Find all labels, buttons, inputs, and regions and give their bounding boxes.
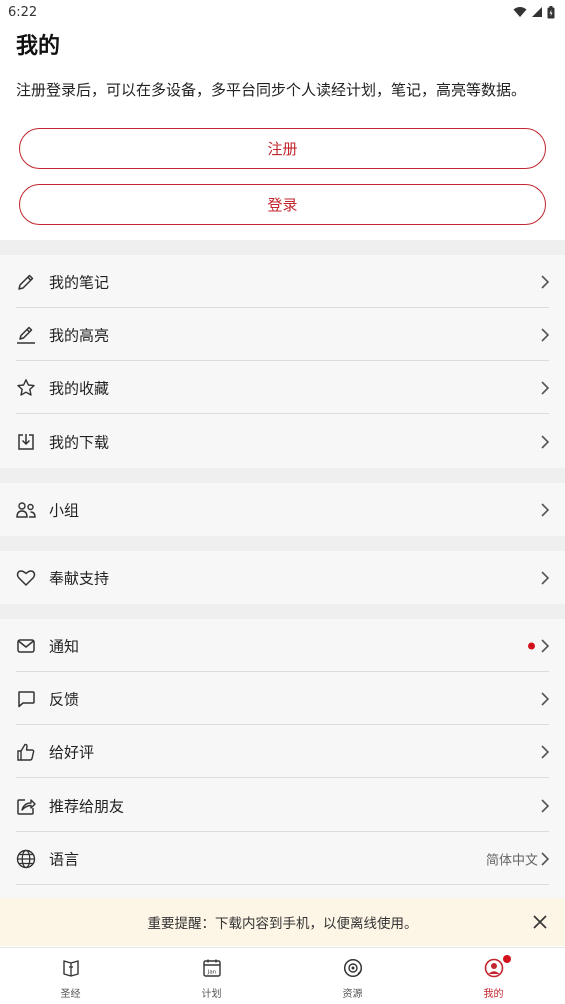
cellular-signal-icon	[532, 7, 542, 17]
me-tab-badge	[503, 955, 511, 963]
app-settings-section: 通知 反馈 给好评 推荐给朋友 语言 简体中文	[0, 619, 565, 898]
group-people-icon	[16, 501, 36, 518]
section-separator	[0, 536, 565, 551]
menu-label-notifications: 通知	[49, 637, 80, 655]
chevron-right-icon	[541, 570, 550, 585]
status-bar: 6:22	[0, 0, 565, 24]
chevron-right-icon	[541, 502, 550, 517]
close-icon[interactable]	[532, 914, 548, 930]
menu-label-favorites: 我的收藏	[49, 379, 110, 397]
chevron-right-icon	[541, 274, 550, 289]
menu-item-feedback[interactable]: 反馈	[0, 672, 565, 725]
chevron-right-icon	[541, 798, 550, 813]
section-separator	[0, 240, 565, 255]
tab-resources[interactable]: 资源	[282, 948, 423, 1004]
menu-item-recommend[interactable]: 推荐给朋友	[0, 779, 565, 832]
tab-label-me: 我的	[483, 989, 504, 1000]
unread-notification-dot	[528, 642, 535, 649]
thumbs-up-icon	[17, 743, 35, 761]
personal-content-section: 我的笔记 我的高亮 我的收藏 我的下载	[0, 255, 565, 468]
chevron-right-icon	[541, 691, 550, 706]
status-icons	[513, 5, 555, 19]
divider	[16, 884, 549, 885]
menu-label-donate: 奉献支持	[49, 569, 110, 587]
menu-item-rate[interactable]: 给好评	[0, 725, 565, 778]
language-current-value: 简体中文	[485, 853, 538, 868]
bottom-tab-bar: 圣经 Jan 计划 资源 我的	[0, 947, 565, 1004]
menu-label-notes: 我的笔记	[49, 273, 110, 291]
menu-label-downloads: 我的下载	[49, 433, 110, 451]
user-avatar-icon	[484, 958, 503, 978]
tab-plans[interactable]: Jan 计划	[141, 948, 282, 1004]
menu-item-highlights[interactable]: 我的高亮	[0, 308, 565, 361]
chevron-right-icon	[541, 744, 550, 759]
record-disc-icon	[343, 958, 362, 978]
calendar-icon: Jan	[202, 959, 221, 977]
chevron-right-icon	[541, 380, 550, 395]
chevron-right-icon	[541, 434, 550, 449]
donate-section: 奉献支持	[0, 551, 565, 604]
battery-icon	[547, 5, 555, 18]
wifi-icon	[513, 7, 527, 17]
groups-section: 小组	[0, 483, 565, 536]
tab-bible[interactable]: 圣经	[0, 948, 141, 1004]
highlighter-icon	[17, 326, 35, 344]
offline-reminder-banner: 重要提醒：下载内容到手机，以便离线使用。	[0, 898, 565, 946]
menu-item-notes[interactable]: 我的笔记	[0, 255, 565, 308]
menu-label-language: 语言	[49, 850, 80, 868]
tab-me[interactable]: 我的	[423, 948, 564, 1004]
login-button[interactable]: 登录	[19, 184, 546, 225]
menu-item-language[interactable]: 语言 简体中文	[0, 832, 565, 885]
globe-icon	[16, 849, 36, 868]
tab-label-bible: 圣经	[60, 989, 81, 1000]
heart-icon	[16, 569, 36, 586]
chevron-right-icon	[541, 851, 550, 866]
menu-item-notifications[interactable]: 通知	[0, 619, 565, 672]
pencil-icon	[18, 274, 34, 290]
menu-item-donate[interactable]: 奉献支持	[0, 551, 565, 604]
page-title: 我的	[16, 34, 61, 59]
menu-label-feedback: 反馈	[49, 690, 80, 708]
menu-item-downloads[interactable]: 我的下载	[0, 415, 565, 468]
envelope-icon	[17, 638, 35, 653]
share-icon	[17, 798, 36, 815]
divider	[16, 413, 549, 414]
status-time: 6:22	[8, 4, 38, 20]
register-button[interactable]: 注册	[19, 128, 546, 169]
bible-book-icon	[62, 960, 79, 977]
menu-label-recommend: 推荐给朋友	[49, 797, 125, 815]
sync-intro-text: 注册登录后，可以在多设备，多平台同步个人读经计划，笔记，高亮等数据。	[16, 81, 527, 99]
chevron-right-icon	[541, 638, 550, 653]
menu-label-groups: 小组	[49, 501, 80, 519]
banner-text: 重要提醒：下载内容到手机，以便离线使用。	[147, 916, 418, 932]
section-separator	[0, 604, 565, 619]
chat-bubble-icon	[18, 690, 35, 707]
tab-label-resources: 资源	[342, 989, 363, 1000]
svg-text:Jan: Jan	[206, 970, 216, 976]
menu-label-rate: 给好评	[49, 743, 95, 761]
chevron-right-icon	[541, 327, 550, 342]
menu-label-highlights: 我的高亮	[49, 326, 110, 344]
star-icon	[17, 378, 35, 396]
tab-label-plans: 计划	[201, 989, 222, 1000]
download-icon	[18, 433, 34, 450]
section-separator	[0, 468, 565, 483]
menu-item-groups[interactable]: 小组	[0, 483, 565, 536]
menu-item-favorites[interactable]: 我的收藏	[0, 361, 565, 414]
divider	[16, 777, 549, 778]
